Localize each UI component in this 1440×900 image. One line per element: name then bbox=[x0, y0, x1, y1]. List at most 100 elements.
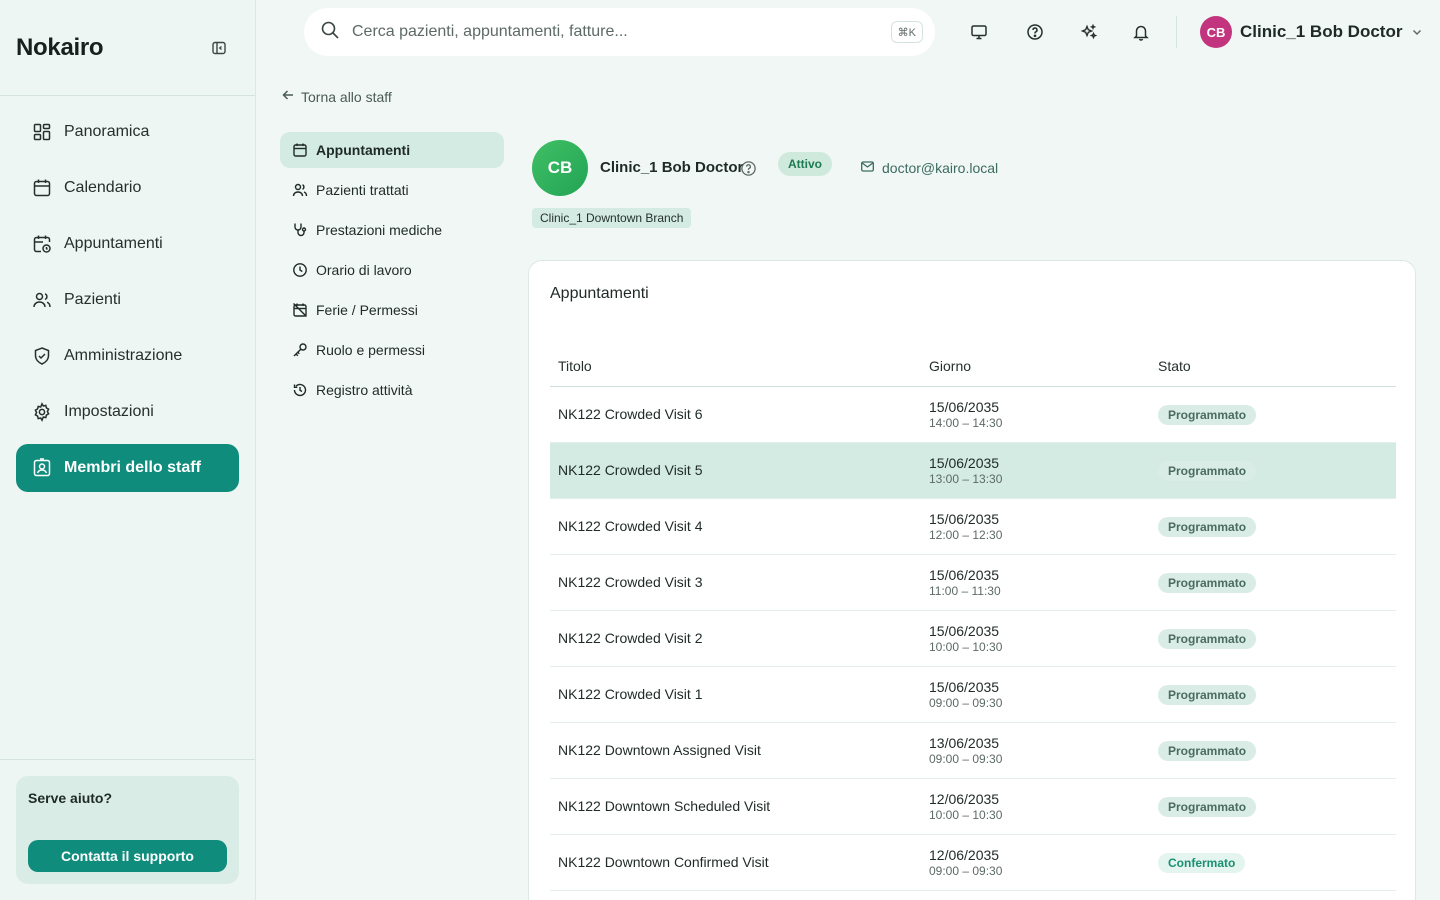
table-row[interactable]: NK122 Crowded Visit 5 15/06/2035 13:00 – … bbox=[550, 443, 1396, 499]
column-header-giorno[interactable]: Giorno bbox=[921, 358, 1150, 374]
appointment-title: NK122 Crowded Visit 2 bbox=[558, 629, 703, 646]
table-row[interactable]: NK122 Downtown Confirmed Visit 12/06/203… bbox=[550, 835, 1396, 891]
appointment-time: 09:00 – 09:30 bbox=[929, 751, 1003, 766]
back-to-staff-link[interactable]: Torna allo staff bbox=[281, 88, 392, 105]
sparkles-icon[interactable] bbox=[1077, 20, 1101, 44]
app-logo[interactable]: Nokairo bbox=[16, 34, 104, 62]
users-icon bbox=[292, 182, 308, 198]
calendar-icon bbox=[292, 142, 308, 158]
help-circle-icon[interactable] bbox=[1023, 20, 1047, 44]
users-icon bbox=[32, 290, 52, 310]
status-badge: Programmato bbox=[1158, 516, 1257, 537]
appointment-title: NK122 Downtown Assigned Visit bbox=[558, 741, 761, 758]
divider bbox=[0, 95, 255, 96]
tab-registro-attivita[interactable]: Registro attività bbox=[280, 372, 504, 408]
calendar-icon bbox=[32, 178, 52, 198]
appointment-date: 15/06/2035 bbox=[929, 398, 1000, 415]
appointment-title: NK122 Downtown Confirmed Visit bbox=[558, 853, 769, 870]
appointment-time: 12:00 – 12:30 bbox=[929, 527, 1003, 542]
sidebar-item-amministrazione[interactable]: Amministrazione bbox=[16, 332, 239, 380]
appointment-time: 10:00 – 10:30 bbox=[929, 807, 1003, 822]
sidebar-item-impostazioni[interactable]: Impostazioni bbox=[16, 388, 239, 436]
sidebar-item-pazienti[interactable]: Pazienti bbox=[16, 276, 239, 324]
avatar: CB bbox=[532, 140, 588, 196]
arrow-left-icon bbox=[281, 88, 295, 105]
tab-pazienti-trattati[interactable]: Pazienti trattati bbox=[280, 172, 504, 208]
search-bar[interactable]: Cerca pazienti, appuntamenti, fatture...… bbox=[304, 8, 935, 56]
sidebar-item-membri-dello-staff[interactable]: Membri dello staff bbox=[16, 444, 239, 492]
sidebar-item-label: Amministrazione bbox=[64, 347, 183, 364]
tab-label: Ferie / Permessi bbox=[316, 302, 418, 318]
appointment-time: 10:00 – 10:30 bbox=[929, 639, 1003, 654]
appointment-date: 15/06/2035 bbox=[929, 454, 1000, 471]
dashboard-icon bbox=[32, 122, 52, 142]
appointment-title: NK122 Crowded Visit 6 bbox=[558, 405, 703, 422]
branch-tag: Clinic_1 Downtown Branch bbox=[532, 208, 692, 228]
sidebar-item-calendario[interactable]: Calendario bbox=[16, 164, 239, 212]
table-header: Titolo Giorno Stato bbox=[550, 345, 1396, 387]
tab-label: Registro attività bbox=[316, 382, 413, 398]
table-row[interactable]: NK122 Downtown Scheduled Visit 12/06/203… bbox=[550, 779, 1396, 835]
key-icon bbox=[292, 342, 308, 358]
tab-label: Prestazioni mediche bbox=[316, 222, 443, 238]
monitor-icon[interactable] bbox=[967, 20, 991, 44]
sidebar-item-appuntamenti[interactable]: Appuntamenti bbox=[16, 220, 239, 268]
status-badge: Programmato bbox=[1158, 796, 1257, 817]
staff-subnav: Appuntamenti Pazienti trattati Prestazio… bbox=[280, 132, 504, 412]
appointments-card: Appuntamenti Titolo Giorno Stato NK122 C… bbox=[528, 260, 1416, 900]
tab-ferie-permessi[interactable]: Ferie / Permessi bbox=[280, 292, 504, 328]
email-text: doctor@kairo.local bbox=[882, 160, 999, 176]
sidebar-toggle-icon[interactable] bbox=[208, 37, 230, 59]
tab-prestazioni-mediche[interactable]: Prestazioni mediche bbox=[280, 212, 504, 248]
table-row[interactable]: NK122 Crowded Visit 6 15/06/2035 14:00 – … bbox=[550, 387, 1396, 443]
tab-orario-di-lavoro[interactable]: Orario di lavoro bbox=[280, 252, 504, 288]
tab-appuntamenti[interactable]: Appuntamenti bbox=[280, 132, 504, 168]
appointment-date: 15/06/2035 bbox=[929, 678, 1000, 695]
status-badge: Programmato bbox=[1158, 684, 1257, 705]
tab-label: Orario di lavoro bbox=[316, 262, 412, 278]
card-title: Appuntamenti bbox=[550, 285, 649, 302]
history-icon bbox=[292, 382, 308, 398]
tab-label: Pazienti trattati bbox=[316, 182, 409, 198]
search-icon bbox=[320, 20, 340, 45]
help-box: Serve aiuto? Contatta il supporto bbox=[16, 776, 239, 884]
gear-icon bbox=[32, 402, 52, 422]
sidebar: Nokairo Panoramica Calendario Appuntamen… bbox=[0, 0, 256, 900]
appointment-time: 13:00 – 13:30 bbox=[929, 471, 1003, 486]
appointments-table: Titolo Giorno Stato NK122 Crowded Visit … bbox=[550, 345, 1396, 891]
calendar-clock-icon bbox=[32, 234, 52, 254]
appointment-date: 12/06/2035 bbox=[929, 790, 1000, 807]
status-badge: Programmato bbox=[1158, 404, 1257, 425]
sidebar-item-label: Calendario bbox=[64, 179, 142, 196]
tab-label: Appuntamenti bbox=[316, 142, 411, 158]
search-input[interactable]: Cerca pazienti, appuntamenti, fatture... bbox=[352, 23, 628, 41]
table-row[interactable]: NK122 Crowded Visit 3 15/06/2035 11:00 – … bbox=[550, 555, 1396, 611]
sidebar-item-label: Membri dello staff bbox=[64, 459, 201, 476]
user-name: Clinic_1 Bob Doctor bbox=[1240, 22, 1403, 41]
status-badge: Programmato bbox=[1158, 460, 1257, 481]
appointment-date: 15/06/2035 bbox=[929, 566, 1000, 583]
tab-ruolo-e-permessi[interactable]: Ruolo e permessi bbox=[280, 332, 504, 368]
user-menu[interactable]: CB Clinic_1 Bob Doctor bbox=[1200, 16, 1424, 48]
help-title: Serve aiuto? bbox=[28, 790, 113, 806]
table-row[interactable]: NK122 Downtown Assigned Visit 13/06/2035… bbox=[550, 723, 1396, 779]
status-badge: Programmato bbox=[1158, 740, 1257, 761]
bell-icon[interactable] bbox=[1129, 20, 1153, 44]
sidebar-item-panoramica[interactable]: Panoramica bbox=[16, 108, 239, 156]
id-badge-icon bbox=[32, 458, 52, 478]
appointment-title: NK122 Crowded Visit 4 bbox=[558, 517, 703, 534]
column-header-stato[interactable]: Stato bbox=[1150, 358, 1396, 374]
email-link[interactable]: doctor@kairo.local bbox=[860, 159, 998, 177]
column-header-titolo[interactable]: Titolo bbox=[550, 358, 921, 374]
status-badge: Confermato bbox=[1158, 852, 1246, 873]
table-row[interactable]: NK122 Crowded Visit 2 15/06/2035 10:00 – … bbox=[550, 611, 1396, 667]
tab-label: Ruolo e permessi bbox=[316, 342, 425, 358]
contact-support-button[interactable]: Contatta il supporto bbox=[28, 840, 227, 872]
avatar: CB bbox=[1200, 16, 1232, 48]
stethoscope-icon bbox=[292, 222, 308, 238]
help-circle-icon[interactable] bbox=[739, 159, 757, 177]
mail-icon bbox=[860, 159, 875, 177]
calendar-off-icon bbox=[292, 302, 308, 318]
table-row[interactable]: NK122 Crowded Visit 4 15/06/2035 12:00 – … bbox=[550, 499, 1396, 555]
table-row[interactable]: NK122 Crowded Visit 1 15/06/2035 09:00 – … bbox=[550, 667, 1396, 723]
